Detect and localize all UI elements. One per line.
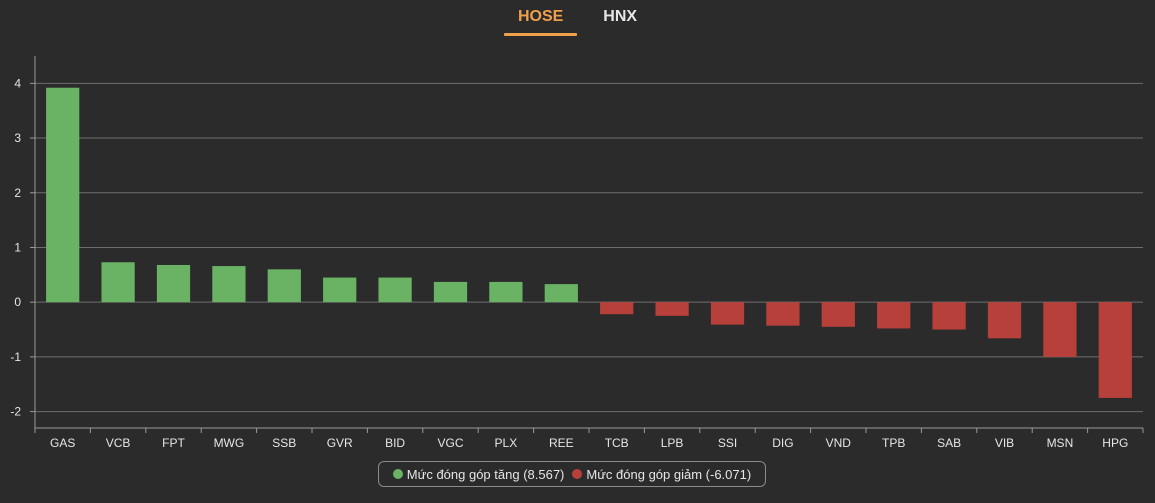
bar-vib [987, 302, 1022, 339]
negative-dot-icon [572, 469, 583, 479]
x-tick-label: REE [549, 436, 574, 450]
bar-tpb [877, 302, 911, 329]
legend-negative-label: Mức đóng góp giảm (-6.071) [586, 466, 752, 482]
x-tick-label: FPT [162, 436, 185, 450]
bar-hpg [1098, 302, 1132, 398]
x-tick-label: MWG [214, 436, 245, 450]
x-tick-label: LPB [661, 436, 684, 450]
bar-ssb [267, 269, 301, 303]
bar-lpb [655, 302, 689, 316]
x-tick-label: VGC [437, 436, 463, 450]
x-tick-label: VIB [995, 436, 1014, 450]
x-tick-label: GVR [327, 436, 353, 450]
axes [30, 56, 1144, 433]
bar-tcb [600, 302, 634, 315]
axis-labels: -2 -1 0 1 2 3 4 GAS VCB FPT MWG SSB GVR BID VGC PLX REE T… [10, 76, 1128, 450]
bar-dig [766, 302, 800, 326]
bar-plx [489, 281, 523, 303]
x-tick-label: DIG [772, 436, 793, 450]
grid-lines [35, 82, 1143, 413]
positive-dot-icon [392, 469, 403, 479]
contribution-bar-chart: -2 -1 0 1 2 3 4 GAS VCB FPT MWG SSB GVR BID VGC PLX REE T… [10, 56, 1144, 450]
x-tick-label: SSB [272, 436, 296, 450]
x-tick-label: MSN [1047, 436, 1074, 450]
bars [46, 87, 1132, 398]
y-tick-label: 4 [14, 76, 21, 90]
legend-item-positive[interactable]: Mức đóng góp tăng (8.567) [392, 466, 565, 482]
bar-vnd [821, 302, 855, 327]
y-tick-label: -1 [10, 350, 21, 364]
bar-mwg [212, 266, 246, 303]
bar-gas [46, 87, 80, 303]
legend-positive-label: Mức đóng góp tăng (8.567) [406, 466, 565, 482]
bar-vgc [433, 281, 468, 303]
x-tick-label: PLX [495, 436, 518, 450]
bar-fpt [156, 264, 191, 303]
bar-bid [378, 277, 412, 303]
x-tick-label: GAS [50, 436, 75, 450]
bar-gvr [323, 277, 357, 303]
x-tick-label: TCB [605, 436, 629, 450]
legend: Mức đóng góp tăng (8.567) Mức đóng góp g… [378, 461, 766, 487]
y-tick-label: 0 [14, 295, 21, 309]
x-tick-label: HPG [1102, 436, 1128, 450]
x-tick-label: BID [385, 436, 405, 450]
bar-ssi [710, 302, 745, 325]
x-tick-label: SAB [937, 436, 961, 450]
y-tick-label: 3 [14, 131, 21, 145]
legend-item-negative[interactable]: Mức đóng góp giảm (-6.071) [572, 467, 751, 482]
y-tick-label: 1 [14, 240, 21, 254]
y-tick-label: 2 [14, 186, 21, 200]
x-tick-label: SSI [718, 436, 737, 450]
bar-sab [932, 302, 966, 330]
bar-ree [544, 284, 578, 303]
y-tick-label: -2 [10, 405, 21, 419]
bar-msn [1043, 302, 1077, 357]
x-tick-label: VND [826, 436, 852, 450]
bar-vcb [101, 262, 135, 303]
x-tick-label: TPB [882, 436, 905, 450]
x-tick-label: VCB [106, 436, 131, 450]
